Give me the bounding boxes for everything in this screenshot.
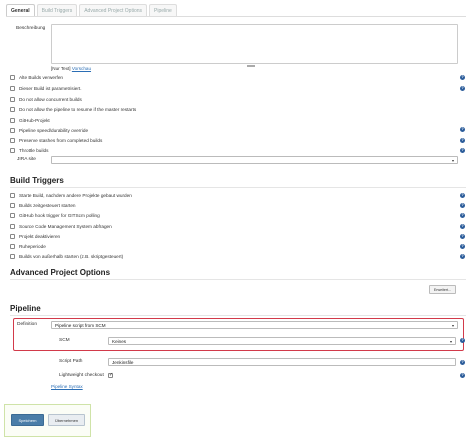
option-label: Alte Builds verwerfen [19,74,64,80]
option-label: Starte Build, nachdem andere Projekte ge… [19,192,132,198]
scm-label: SCM [59,338,70,343]
trigger-scheduled[interactable]: Builds zeitgesteuert starten [10,201,76,209]
option-durability-override[interactable]: Pipeline speed/durability override [10,126,88,134]
help-icon[interactable]: ? [460,360,465,365]
option-no-resume[interactable]: Do not allow the pipeline to resume if t… [10,105,136,113]
help-icon[interactable]: ? [460,234,465,239]
help-icon[interactable]: ? [460,338,465,343]
preview-prefix: [Nur Text] [51,66,71,71]
checkbox[interactable] [10,117,15,123]
option-label: Throttle builds [19,147,49,153]
checkbox[interactable] [10,74,15,80]
trigger-disable-project[interactable]: Projekt deaktivieren [10,232,60,240]
checkbox[interactable] [10,212,15,218]
description-preview: [Nur Text] Vorschau [51,66,91,71]
description-textarea[interactable] [51,24,458,64]
option-label: GitHub-Projekt [19,117,50,123]
section-heading-advanced: Advanced Project Options [10,268,111,277]
help-icon[interactable]: ? [460,75,465,80]
tab-divider [6,16,466,17]
advanced-button[interactable]: Erweitert... [429,285,456,294]
checkbox[interactable] [10,147,15,153]
help-icon[interactable]: ? [460,254,465,259]
option-label: Ruheperiode [19,243,46,249]
help-icon[interactable]: ? [460,373,465,378]
chevron-down-icon: ▾ [451,323,454,328]
checkbox[interactable] [10,223,15,229]
checkbox[interactable] [10,192,15,198]
trigger-remote-builds[interactable]: Builds von außerhalb starten (z.B. skrip… [10,252,123,260]
option-github-project[interactable]: GitHub-Projekt [10,116,50,124]
apply-button[interactable]: Übernehmen [48,414,85,426]
scm-value: Keines [112,339,127,344]
chevron-down-icon: ▾ [449,339,452,344]
save-button[interactable]: Speichern [11,414,44,426]
option-discard-old-builds[interactable]: Alte Builds verwerfen [10,73,63,81]
trigger-quiet-period[interactable]: Ruheperiode [10,242,46,250]
checkbox[interactable] [10,233,15,239]
option-label: Do not allow concurrent builds [19,96,82,102]
checkbox[interactable] [10,106,15,112]
trigger-scm-polling[interactable]: Source Code Management System abfragen [10,222,112,230]
option-label: Projekt deaktivieren [19,233,61,239]
description-label: Beschreibung [16,26,46,31]
option-no-concurrent-builds[interactable]: Do not allow concurrent builds [10,95,82,103]
option-throttle-builds[interactable]: Throttle builds [10,146,48,154]
option-label: Dieser Build ist parametrisiert. [19,85,82,91]
help-icon[interactable]: ? [460,138,465,143]
section-heading-build-triggers: Build Triggers [10,176,64,185]
option-preserve-stashes[interactable]: Preserve stashes from completed builds [10,136,102,144]
option-label: GitHub hook trigger for GITScm polling [19,212,100,218]
help-icon[interactable]: ? [460,86,465,91]
option-label: Builds zeitgesteuert starten [19,202,76,208]
checkbox[interactable] [10,85,15,91]
jira-site-label: JIRA site [17,157,36,162]
checkbox[interactable] [10,253,15,259]
checkbox[interactable] [10,243,15,249]
option-label: Do not allow the pipeline to resume if t… [19,106,137,112]
trigger-after-other-projects[interactable]: Starte Build, nachdem andere Projekte ge… [10,191,132,199]
option-label: Preserve stashes from completed builds [19,137,103,143]
trigger-github-hook[interactable]: GitHub hook trigger for GITScm polling [10,211,100,219]
option-label: Pipeline speed/durability override [19,127,89,133]
checkbox[interactable] [10,96,15,102]
definition-label: Definition [17,322,37,327]
section-heading-pipeline: Pipeline [10,304,41,313]
section-divider [10,315,466,316]
help-icon[interactable]: ? [460,203,465,208]
chevron-down-icon: ▾ [451,158,454,163]
help-icon[interactable]: ? [460,213,465,218]
option-parameterized[interactable]: Dieser Build ist parametrisiert. [10,84,82,92]
textarea-resize-handle[interactable] [247,65,255,67]
scm-select[interactable]: Keines ▾ [108,337,456,345]
lightweight-checkout-checkbox[interactable] [108,372,113,378]
option-label: Source Code Management System abfragen [19,223,112,229]
help-icon[interactable]: ? [460,244,465,249]
section-divider [10,187,466,188]
help-icon[interactable]: ? [460,148,465,153]
checkbox[interactable] [10,137,15,143]
option-label: Builds von außerhalb starten (z.B. skrip… [19,253,124,259]
definition-select[interactable]: Pipeline script from SCM ▾ [51,321,458,329]
checkbox[interactable] [10,127,15,133]
help-icon[interactable]: ? [460,224,465,229]
definition-value: Pipeline script from SCM [55,323,106,328]
checkbox[interactable] [10,202,15,208]
lightweight-checkout-label: Lightweight checkout [59,373,104,378]
help-icon[interactable]: ? [460,193,465,198]
pipeline-syntax-link[interactable]: Pipeline Syntax [51,384,83,389]
jira-site-select[interactable]: ▾ [51,156,458,164]
script-path-label: Script Path [59,359,83,364]
help-icon[interactable]: ? [460,127,465,132]
section-divider [10,279,466,280]
script-path-input[interactable]: Jenkinsfile [108,358,456,366]
preview-link[interactable]: Vorschau [72,66,91,71]
